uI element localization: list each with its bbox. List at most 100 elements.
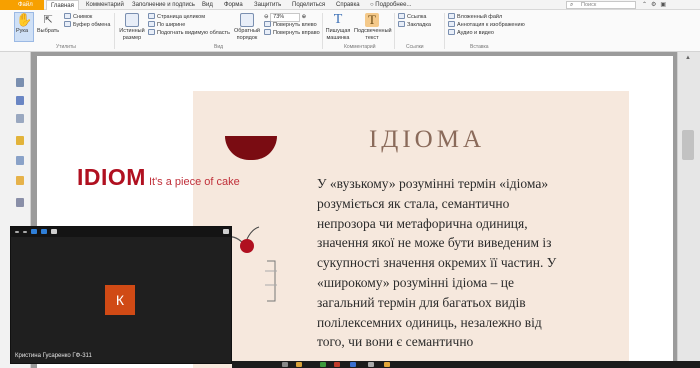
- paragraph-line: сукупності значення окремих її частин. У: [317, 255, 557, 271]
- settings-icon[interactable]: ⚙: [651, 2, 660, 8]
- rotate-right-icon: [264, 29, 271, 35]
- collapse-icon[interactable]: ⌃: [642, 2, 651, 8]
- reflow-label: Обратный порядок: [233, 28, 260, 41]
- scroll-thumb[interactable]: [682, 130, 694, 160]
- search-placeholder: Поиск: [581, 2, 597, 8]
- video-call-window[interactable]: К Кристина Гусаренко ГФ-311: [10, 226, 232, 364]
- fit-width-button[interactable]: По ширине: [148, 21, 185, 29]
- rotate-right-label: Повернуть вправо: [273, 30, 320, 36]
- snapshot-button[interactable]: Снимок: [64, 13, 92, 21]
- taskbar-app-icon[interactable]: [368, 362, 374, 367]
- actual-size-label: Истинный размер: [119, 28, 145, 41]
- embed-file-button[interactable]: Вложенный файл: [448, 13, 502, 21]
- idiom-logo: IDIOM It's a piece of cake: [77, 164, 240, 191]
- comments-icon[interactable]: [16, 136, 24, 145]
- fullscreen-icon[interactable]: [223, 229, 229, 234]
- zoom-in-icon[interactable]: ⊕: [302, 14, 307, 20]
- participants-icon[interactable]: [51, 229, 57, 234]
- typewriter-label: Пишущая машинка: [325, 28, 351, 41]
- bookmark-icon: [398, 21, 405, 27]
- link-button[interactable]: Ссылка: [398, 13, 426, 21]
- search-icon: ⌕: [570, 2, 574, 8]
- clipboard-button[interactable]: Буфер обмена: [64, 21, 110, 29]
- taskbar-app-icon[interactable]: [282, 362, 288, 367]
- typewriter-button[interactable]: T Пишущая машинка: [324, 13, 352, 42]
- select-label: Выбрать: [37, 28, 60, 34]
- image-icon: [448, 21, 455, 27]
- layers-icon[interactable]: [16, 114, 24, 123]
- minimize-icon[interactable]: [15, 231, 19, 233]
- media-icon: [448, 29, 455, 35]
- hand-label: Рука: [16, 28, 29, 34]
- group-insert-label: Вставка: [470, 44, 489, 50]
- actual-size-button[interactable]: Истинный размер: [118, 13, 146, 42]
- bookmark-button[interactable]: Закладка: [398, 21, 431, 29]
- vertical-scrollbar[interactable]: ▲: [677, 52, 700, 368]
- fit-page-icon: [148, 13, 155, 19]
- hand-button[interactable]: ✋ Рука: [16, 13, 32, 35]
- layout-icon[interactable]: [23, 231, 27, 233]
- clipboard-label: Буфер обмена: [73, 22, 111, 28]
- pages-icon[interactable]: [16, 78, 24, 87]
- fit-page-button[interactable]: Страница целиком: [148, 13, 205, 21]
- idiom-slogan: It's a piece of cake: [148, 176, 240, 188]
- audio-video-button[interactable]: Аудио и видео: [448, 29, 494, 37]
- link-label: Ссылка: [407, 14, 427, 20]
- account-icon[interactable]: ▣: [660, 2, 670, 8]
- taskbar-app-icon[interactable]: [350, 362, 356, 367]
- highlight-icon: T: [365, 13, 379, 27]
- reflow-button[interactable]: Обратный порядок: [232, 13, 262, 42]
- group-links-label: Ссылки: [406, 44, 424, 50]
- tab-comment[interactable]: Комментарий: [86, 2, 124, 8]
- taskbar-app-icon[interactable]: [334, 362, 340, 367]
- zoom-out-icon[interactable]: ⊖: [264, 14, 269, 20]
- tab-protect[interactable]: Защитить: [254, 2, 281, 8]
- rotate-right-button[interactable]: Повернуть вправо: [264, 29, 320, 37]
- group-tools-label: Утилиты: [56, 44, 76, 50]
- window-tools: ⌃⚙▣: [642, 1, 670, 8]
- tab-fill-sign[interactable]: Заполнение и подпись: [132, 2, 195, 8]
- paragraph-line: загальний термін для багатьох видів: [317, 294, 526, 310]
- reflow-icon: [240, 13, 254, 27]
- lightbulb-icon: ○: [370, 2, 374, 8]
- scroll-up-icon[interactable]: ▲: [685, 55, 691, 61]
- highlight-button[interactable]: T Подсвеченный текст: [354, 13, 392, 42]
- group-comment-label: Комментарий: [344, 44, 376, 50]
- screen-share-icon[interactable]: [41, 229, 47, 234]
- fit-width-icon: [148, 21, 155, 27]
- paragraph-line: «широкому» розумінні ідіома – це: [317, 274, 515, 290]
- tab-share[interactable]: Поделиться: [292, 2, 325, 8]
- image-annotation-button[interactable]: Аннотация к изображению: [448, 21, 525, 29]
- tab-more[interactable]: ○ Подробнее...: [370, 2, 411, 8]
- page-icon: [125, 13, 139, 27]
- clipboard-icon: [64, 21, 71, 27]
- tab-form[interactable]: Форма: [224, 2, 243, 8]
- select-button[interactable]: ⇱ Выбрать: [37, 13, 59, 35]
- fit-visible-button[interactable]: Подогнать видимую область: [148, 29, 230, 37]
- paragraph-line: значення якої не може бути виведеним із: [317, 235, 552, 251]
- tab-view[interactable]: Вид: [202, 2, 213, 8]
- paragraph-line: полілексемних одиниць, незалежно від: [317, 314, 542, 330]
- search-input[interactable]: ⌕ Поиск: [566, 1, 636, 9]
- avatar: К: [105, 285, 135, 315]
- taskbar-app-icon[interactable]: [384, 362, 390, 367]
- ribbon-divider: [322, 13, 323, 49]
- taskbar: [232, 361, 700, 368]
- menu-bar: Файл Главная Комментарий Заполнение и по…: [0, 0, 700, 11]
- signature-icon[interactable]: [16, 198, 24, 207]
- paragraph-line: У «вузькому» розумінні термін «ідіома»: [317, 176, 549, 191]
- page-heading: ІДІОМА: [368, 126, 486, 153]
- bookmarks-icon[interactable]: [16, 96, 24, 105]
- participant-name: Кристина Гусаренко ГФ-311: [15, 353, 92, 359]
- tab-help[interactable]: Справка: [336, 2, 360, 8]
- camera-icon[interactable]: [31, 229, 37, 234]
- rotate-left-button[interactable]: Повернуть влево: [264, 21, 317, 29]
- embed-file-label: Вложенный файл: [457, 14, 503, 20]
- security-icon[interactable]: [16, 176, 24, 185]
- idiom-word: IDIOM: [77, 164, 146, 190]
- taskbar-app-icon[interactable]: [320, 362, 326, 367]
- attachments-icon[interactable]: [16, 156, 24, 165]
- file-menu[interactable]: Файл: [0, 0, 44, 10]
- taskbar-app-icon[interactable]: [296, 362, 302, 367]
- pdf-editor-window: Файл Главная Комментарий Заполнение и по…: [0, 0, 700, 368]
